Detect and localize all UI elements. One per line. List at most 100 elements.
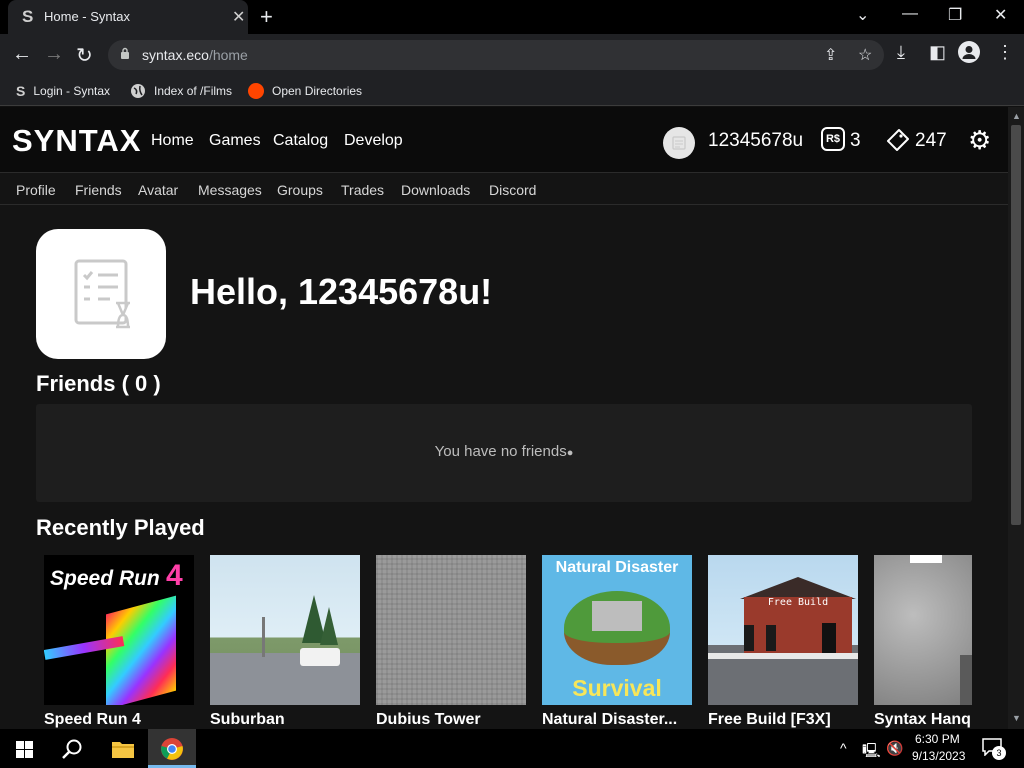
bookmark-label: Index of /Films [154, 84, 233, 98]
chrome-taskbar-button[interactable] [148, 729, 196, 768]
bookmark-star-icon[interactable]: ☆ [858, 45, 872, 65]
bookmark-open-directories[interactable]: Open Directories [248, 83, 362, 99]
settings-gear-icon[interactable]: ⚙ [968, 125, 991, 156]
page-scrollbar[interactable]: ▲ ▼ [1008, 107, 1024, 729]
game-card-suburban[interactable]: Suburban [210, 555, 360, 729]
subnav-friends[interactable]: Friends [75, 182, 122, 198]
subnav-profile[interactable]: Profile [16, 182, 56, 198]
bookmark-label: Login - Syntax [33, 84, 111, 98]
game-title[interactable]: Suburban [210, 711, 360, 729]
game-title[interactable]: Natural Disaster... [542, 711, 692, 729]
thumbnail-text: Survival [572, 675, 662, 701]
globe-icon [131, 84, 145, 98]
downloads-icon[interactable]: ⤓ [897, 42, 905, 63]
menu-kebab-icon[interactable]: ⋮ [996, 42, 1014, 63]
tickets-balance[interactable]: 247 [915, 130, 947, 152]
subnav-trades[interactable]: Trades [341, 182, 384, 198]
user-avatar[interactable] [663, 127, 695, 159]
file-explorer-icon[interactable] [111, 739, 135, 759]
minimize-button[interactable]: — [902, 5, 918, 23]
tab-search-chevron-icon[interactable]: ⌄ [856, 5, 869, 25]
game-title[interactable]: Speed Run 4 [44, 711, 194, 729]
scroll-down-icon[interactable]: ▼ [1012, 713, 1021, 723]
subnav-avatar[interactable]: Avatar [138, 182, 178, 198]
game-title[interactable]: Dubius Tower [376, 711, 526, 729]
secondary-nav: Profile Friends Avatar Messages Groups T… [0, 174, 1008, 205]
bookmark-index-of-films[interactable]: Index of /Films [130, 83, 232, 99]
recently-played-heading: Recently Played [36, 515, 205, 540]
search-icon[interactable] [61, 738, 83, 760]
subnav-discord[interactable]: Discord [489, 182, 536, 198]
thumbnail-text: Free Build [767, 597, 829, 608]
syntax-page: SYNTAX Home Games Catalog Develop 123456… [0, 107, 1008, 729]
forward-button[interactable]: → [44, 43, 64, 66]
game-thumbnail[interactable] [210, 555, 360, 705]
restore-button[interactable]: ❐ [948, 5, 962, 25]
nav-develop[interactable]: Develop [344, 132, 403, 150]
clock-date[interactable]: 9/13/2023 [912, 749, 965, 763]
subnav-groups[interactable]: Groups [277, 182, 323, 198]
bookmark-label: Open Directories [272, 84, 363, 98]
username-link[interactable]: 12345678u [708, 130, 803, 152]
reload-button[interactable]: ↻ [76, 43, 93, 68]
nav-catalog[interactable]: Catalog [273, 132, 328, 150]
thumbnail-text: Natural Disaster [555, 559, 679, 576]
reddit-icon [248, 83, 264, 99]
windows-taskbar: ^ 🖳 🔇 6:30 PM 9/13/2023 3 [0, 729, 1024, 768]
share-icon[interactable]: ⇪ [824, 45, 837, 65]
friends-heading: Friends ( 0 ) [36, 371, 161, 396]
pending-thumbnail-icon [74, 259, 130, 329]
game-thumbnail[interactable]: Speed Run 4 [44, 555, 194, 705]
nav-home[interactable]: Home [151, 132, 194, 150]
show-hidden-icons-chevron-icon[interactable]: ^ [840, 740, 847, 756]
browser-toolbar: ← → ↻ syntax.eco/home ⇪ ☆ ⤓ ◧ ⋮ [0, 34, 1024, 76]
network-icon[interactable]: 🖳 [862, 740, 881, 764]
game-card-free-build[interactable]: Free Build Free Build [F3X] [708, 555, 858, 729]
clock-time[interactable]: 6:30 PM [915, 732, 960, 746]
robux-balance[interactable]: 3 [850, 130, 861, 152]
greeting-heading: Hello, 12345678u! [190, 271, 493, 312]
syntax-logo[interactable]: SYNTAX [12, 123, 141, 159]
browser-tab[interactable]: S Home - Syntax ✕ [8, 0, 248, 34]
profile-avatar[interactable] [36, 229, 166, 359]
sad-emoji-icon: ● [566, 447, 574, 459]
tickets-icon [887, 129, 909, 151]
scroll-up-icon[interactable]: ▲ [1012, 111, 1021, 121]
game-thumbnail[interactable]: Free Build [708, 555, 858, 705]
tab-title: Home - Syntax [44, 9, 130, 24]
no-friends-text: You have no friends● [434, 443, 574, 460]
notification-count-badge: 3 [992, 746, 1006, 760]
close-window-button[interactable]: ✕ [994, 5, 1007, 25]
syntax-favicon-icon: S [16, 83, 26, 99]
game-title[interactable]: Syntax Hanq [874, 711, 972, 729]
lock-icon [121, 47, 129, 59]
game-card-speed-run-4[interactable]: Speed Run 4 Speed Run 4 [44, 555, 194, 729]
address-bar[interactable]: syntax.eco/home ⇪ ☆ [108, 40, 884, 70]
scrollbar-thumb[interactable] [1011, 125, 1021, 525]
game-card-natural-disaster[interactable]: Natural Disaster Survival Natural Disast… [542, 555, 692, 729]
url-text[interactable]: syntax.eco/home [142, 47, 248, 63]
volume-muted-icon[interactable]: 🔇 [886, 740, 903, 757]
game-card-syntax-hang[interactable]: Syntax Hanq [874, 555, 972, 729]
browser-tab-bar: S Home - Syntax ✕ + ⌄ — ❐ ✕ [0, 0, 1024, 34]
subnav-downloads[interactable]: Downloads [401, 182, 470, 198]
action-center-button[interactable]: 3 [982, 738, 1006, 760]
nav-games[interactable]: Games [209, 132, 261, 150]
game-thumbnail[interactable] [376, 555, 526, 705]
bookmarks-bar: S Login - Syntax Index of /Films Open Di… [0, 76, 1024, 106]
subnav-messages[interactable]: Messages [198, 182, 262, 198]
side-panel-icon[interactable]: ◧ [929, 42, 946, 63]
game-thumbnail[interactable]: Natural Disaster Survival [542, 555, 692, 705]
windows-start-icon[interactable] [16, 741, 33, 758]
back-button[interactable]: ← [12, 43, 32, 66]
close-tab-icon[interactable]: ✕ [232, 7, 245, 27]
friends-panel: You have no friends● [36, 404, 972, 502]
game-card-dubius-tower[interactable]: Dubius Tower [376, 555, 526, 729]
thumbnail-text: Speed Run [50, 567, 160, 590]
game-thumbnail[interactable] [874, 555, 972, 705]
profile-icon[interactable] [958, 41, 980, 63]
game-title[interactable]: Free Build [F3X] [708, 711, 858, 729]
bookmark-login-syntax[interactable]: S Login - Syntax [16, 83, 110, 99]
site-header: SYNTAX Home Games Catalog Develop 123456… [0, 107, 1008, 173]
new-tab-button[interactable]: + [260, 4, 273, 30]
